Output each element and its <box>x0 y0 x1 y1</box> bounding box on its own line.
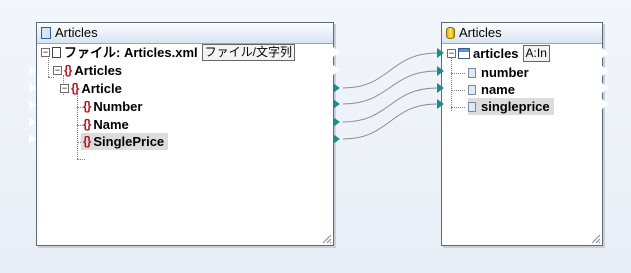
output-port[interactable] <box>601 98 609 110</box>
input-port-connected[interactable] <box>436 47 444 59</box>
source-tree: − ファイル: Articles.xml ファイル/文字列 − {} Artic… <box>37 44 333 245</box>
tree-node-number[interactable]: {} Number <box>83 98 142 115</box>
tree-line <box>77 93 78 159</box>
output-port-connected[interactable] <box>332 116 340 128</box>
tree-line <box>77 159 85 160</box>
collapse-icon[interactable]: − <box>53 66 62 75</box>
table-action-dropdown[interactable]: A:In <box>522 45 550 62</box>
tree-node-label: Article <box>81 81 122 96</box>
collapse-icon[interactable]: − <box>447 49 456 58</box>
source-component-title: Articles <box>55 25 98 40</box>
target-column-label: number <box>481 65 529 80</box>
column-icon <box>468 84 476 95</box>
target-table-row[interactable]: − articles A:In <box>447 45 550 62</box>
tree-node-label: SinglePrice <box>93 134 165 149</box>
target-tree: − articles A:In number name singleprice <box>442 44 602 245</box>
tree-node-label: Name <box>93 117 129 132</box>
tree-node-singleprice[interactable]: {} SinglePrice <box>81 133 169 150</box>
tree-line <box>451 90 465 91</box>
file-string-dropdown[interactable]: ファイル/文字列 <box>201 44 295 61</box>
output-port[interactable] <box>332 64 340 76</box>
element-icon: {} <box>83 99 91 113</box>
source-file-label: ファイル: Articles.xml <box>64 45 198 60</box>
input-port-connected[interactable] <box>436 82 444 94</box>
input-port-connected[interactable] <box>436 98 444 110</box>
file-icon <box>52 47 61 58</box>
tree-node-articles[interactable]: − {} Articles <box>53 62 122 79</box>
output-port-connected[interactable] <box>332 82 340 94</box>
tree-node-name[interactable]: {} Name <box>83 116 129 133</box>
input-port[interactable] <box>28 82 36 94</box>
collapse-icon[interactable]: − <box>41 48 50 57</box>
target-component[interactable]: Articles − articles A:In number name sin… <box>441 22 603 246</box>
target-component-title-bar[interactable]: Articles <box>442 23 602 44</box>
target-column-label: name <box>481 82 515 97</box>
source-component-title-bar[interactable]: Articles <box>37 23 333 44</box>
output-port[interactable] <box>601 82 609 94</box>
element-icon: {} <box>83 134 91 148</box>
output-port[interactable] <box>601 65 609 77</box>
output-port[interactable] <box>601 47 609 59</box>
input-port[interactable] <box>28 65 36 77</box>
column-icon <box>468 101 476 112</box>
tree-line <box>451 73 465 74</box>
element-icon: {} <box>71 81 79 95</box>
source-component[interactable]: Articles − ファイル: Articles.xml ファイル/文字列 −… <box>36 22 334 246</box>
input-port[interactable] <box>28 116 36 128</box>
database-icon <box>446 27 455 39</box>
target-component-title: Articles <box>459 25 502 40</box>
tree-node-article[interactable]: − {} Article <box>60 80 122 97</box>
output-port[interactable] <box>332 46 340 58</box>
tree-line <box>451 107 465 108</box>
collapse-icon[interactable]: − <box>60 84 69 93</box>
element-icon: {} <box>64 63 72 77</box>
target-table-label: articles <box>473 46 519 61</box>
column-icon <box>468 67 476 78</box>
target-column-label: singleprice <box>481 99 550 114</box>
source-file-row[interactable]: − ファイル: Articles.xml ファイル/文字列 <box>41 44 295 61</box>
input-port[interactable] <box>28 99 36 111</box>
output-port-connected[interactable] <box>332 133 340 145</box>
table-icon <box>458 48 470 59</box>
input-port[interactable] <box>28 133 36 145</box>
element-icon: {} <box>83 117 91 131</box>
tree-node-label: Articles <box>74 63 123 78</box>
resize-grip-icon[interactable] <box>591 234 601 244</box>
target-column-singleprice[interactable]: singleprice <box>468 98 554 115</box>
target-column-number[interactable]: number <box>468 64 529 81</box>
input-port-connected[interactable] <box>436 65 444 77</box>
tree-node-label: Number <box>93 99 143 114</box>
xml-schema-icon <box>41 27 51 39</box>
tree-line <box>451 58 452 111</box>
output-port-connected[interactable] <box>332 98 340 110</box>
resize-grip-icon[interactable] <box>322 234 332 244</box>
target-column-name[interactable]: name <box>468 81 515 98</box>
